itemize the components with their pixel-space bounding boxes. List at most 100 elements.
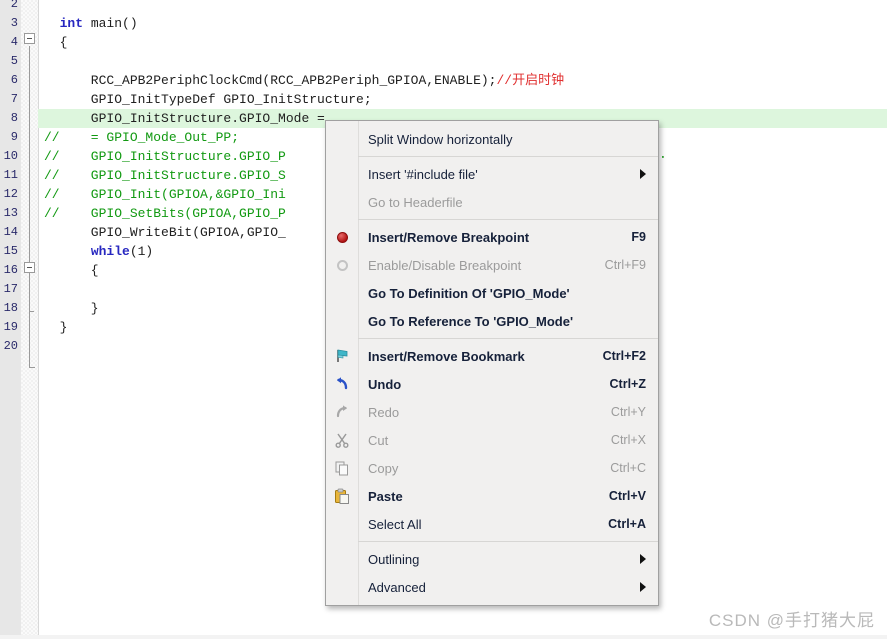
no-icon [326,279,358,307]
menu-item-label: Go to Headerfile [368,194,463,210]
no-icon [326,510,358,538]
line-number: 8 [10,111,18,125]
line-number: 11 [3,168,18,182]
line-number: 19 [3,320,18,334]
menu-item-insert-remove-bookmark[interactable]: Insert/Remove Bookmark Ctrl+F2 [326,342,658,370]
code-text: // = GPIO_Mode_Out_PP; [44,130,240,145]
no-icon [326,125,358,153]
menu-item-insert-include-file[interactable]: Insert '#include file' [326,160,658,188]
code-text: // GPIO_Init(GPIOA,&GPIO_Ini [44,187,286,202]
code-text: GPIO_WriteBit(GPIOA,GPIO_ [44,225,286,240]
code-line-5[interactable]: 5 [0,52,887,71]
code-text: // GPIO_InitStructure.GPIO_P [44,149,286,164]
menu-item-shortcut: Ctrl+C [610,461,646,475]
menu-item-label: Insert '#include file' [368,166,478,182]
fold-guide-line-outer [29,46,30,368]
code-text: while(1) [90,244,154,259]
menu-separator [358,541,658,542]
editor-context-menu[interactable]: Split Window horizontally Insert '#includ… [325,120,659,606]
line-number: 9 [10,130,18,144]
code-sliver-line-10: ; [659,150,671,159]
menu-item-shortcut: Ctrl+F2 [602,349,646,363]
code-text: { [44,263,99,278]
redo-arrow-icon [326,398,358,426]
menu-item-label: Select All [368,516,422,532]
undo-arrow-icon [326,370,358,398]
code-sliver-line-9: _ [659,131,671,140]
menu-item-label: Outlining [368,551,420,567]
menu-item-go-to-headerfile: Go to Headerfile [326,188,658,216]
menu-item-label: Split Window horizontally [368,131,513,147]
menu-item-split-window-horizontally[interactable]: Split Window horizontally [326,125,658,153]
menu-item-shortcut: Ctrl+Z [609,377,646,391]
menu-item-label: Redo [368,404,400,420]
code-line-7[interactable]: 7 GPIO_InitTypeDef GPIO_InitStructure; [0,90,887,109]
code-line-4[interactable]: 4 { [0,33,887,52]
fold-toggle-line-16[interactable] [24,262,35,273]
menu-item-go-to-reference-to-gpio-mode[interactable]: Go To Reference To 'GPIO_Mode' [326,307,658,335]
line-number: 10 [3,149,18,163]
menu-item-insert-remove-breakpoint[interactable]: Insert/Remove Breakpoint F9 [326,223,658,251]
code-line-3[interactable]: 3 int main() [0,14,887,33]
line-number: 2 [10,0,18,11]
code-text: } [44,320,68,335]
breakpoint-red-dot-icon [326,223,358,251]
menu-item-outlining[interactable]: Outlining [326,545,658,573]
line-number: 5 [10,54,18,68]
menu-bottom-padding [326,601,658,605]
submenu-arrow-icon [640,169,646,179]
line-number: 15 [3,244,18,258]
code-text: RCC_APB2PeriphClockCmd(RCC_APB2Periph_GP… [44,73,565,88]
menu-item-copy: Copy Ctrl+C [326,454,658,482]
line-number: 17 [3,282,18,296]
fold-end-marker [29,367,35,368]
menu-item-label: Enable/Disable Breakpoint [368,257,522,273]
menu-separator [358,338,658,339]
menu-item-shortcut: Ctrl+A [608,517,646,531]
line-number: 18 [3,301,18,315]
menu-item-label: Go To Definition Of 'GPIO_Mode' [368,285,570,301]
code-text: // GPIO_InitStructure.GPIO_S [44,168,286,183]
scissors-icon [326,426,358,454]
code-text: int main() [59,16,138,31]
clipboard-paste-icon [326,482,358,510]
menu-items-container[interactable]: Split Window horizontally Insert '#includ… [326,125,658,601]
line-number: 4 [10,35,18,49]
menu-item-go-to-definition-of-gpio-mode[interactable]: Go To Definition Of 'GPIO_Mode' [326,279,658,307]
menu-item-undo[interactable]: Undo Ctrl+Z [326,370,658,398]
menu-item-shortcut: Ctrl+Y [610,405,646,419]
menu-item-cut: Cut Ctrl+X [326,426,658,454]
menu-item-label: Cut [368,432,389,448]
code-text: } [44,301,99,316]
menu-item-label: Copy [368,460,399,476]
menu-item-paste[interactable]: Paste Ctrl+V [326,482,658,510]
no-icon [326,545,358,573]
menu-item-redo: Redo Ctrl+Y [326,398,658,426]
menu-item-shortcut: Ctrl+X [610,433,646,447]
menu-separator [358,156,658,157]
no-icon [326,573,358,601]
code-text: { [44,35,68,50]
editor-bottom-strip [0,635,887,639]
code-text: // GPIO_SetBits(GPIOA,GPIO_P [44,206,286,221]
line-number: 12 [3,187,18,201]
menu-item-shortcut: Ctrl+V [608,489,646,503]
menu-item-select-all[interactable]: Select All Ctrl+A [326,510,658,538]
fold-tick-line-18 [29,311,34,312]
line-number: 14 [3,225,18,239]
no-icon [326,188,358,216]
breakpoint-hollow-circle-icon [326,251,358,279]
menu-item-label: Advanced [368,579,426,595]
code-line-6[interactable]: 6 RCC_APB2PeriphClockCmd(RCC_APB2Periph_… [0,71,887,90]
menu-item-shortcut: Ctrl+F9 [604,258,646,272]
screen-root: 23 int main() 4 {5 6 RCC_APB2PeriphClockCm… [0,0,887,639]
code-text: GPIO_InitStructure.GPIO_Mode = [44,111,325,126]
line-number: 6 [10,73,18,87]
code-line-2[interactable]: 2 [0,0,887,14]
submenu-arrow-icon [640,554,646,564]
fold-toggle-line-4[interactable] [24,33,35,44]
line-number: 20 [3,339,18,353]
code-text: GPIO_InitTypeDef GPIO_InitStructure; [44,92,372,107]
no-icon [326,160,358,188]
menu-item-advanced[interactable]: Advanced [326,573,658,601]
